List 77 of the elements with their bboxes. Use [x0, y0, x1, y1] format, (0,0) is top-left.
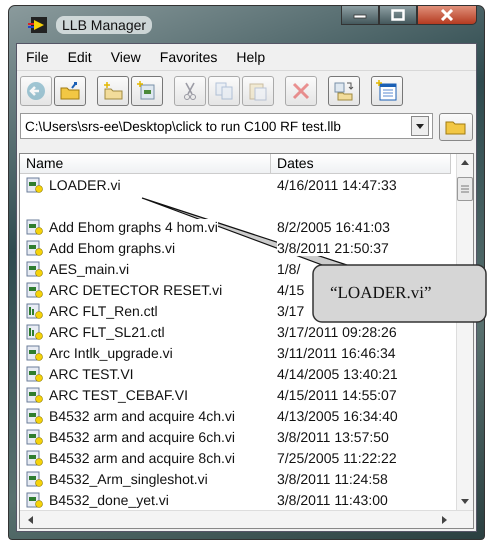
file-name[interactable]: Add Ehom graphs.vi: [49, 240, 176, 256]
file-date: 3/17: [277, 302, 304, 318]
vi-file-icon: [26, 240, 43, 256]
close-icon: [439, 9, 455, 21]
window-title: LLB Manager: [56, 16, 152, 34]
menu-item[interactable]: Edit: [68, 49, 92, 65]
menu-item[interactable]: Help: [236, 49, 266, 65]
tool-new-file-button[interactable]: [131, 76, 163, 106]
file-date: 3/11/2011 16:46:34: [277, 344, 396, 360]
control-file-icon: [26, 324, 43, 340]
file-name[interactable]: B4532_done_yet.vi: [49, 492, 169, 508]
callout-text: “LOADER.vi”: [330, 283, 432, 303]
file-name[interactable]: Add Ehom graphs 4 hom.vi: [49, 218, 218, 234]
menu-item[interactable]: Favorites: [160, 49, 218, 65]
file-date: 7/25/2005 11:22:22: [277, 450, 397, 466]
control-file-icon: [26, 302, 43, 318]
column-header[interactable]: Dates: [271, 154, 451, 174]
folder-icon: [445, 119, 467, 135]
menu-item[interactable]: View: [110, 49, 141, 65]
file-name[interactable]: B4532 arm and acquire 8ch.vi: [49, 450, 235, 466]
vi-file-icon: [26, 386, 43, 402]
vi-file-icon: [26, 176, 43, 192]
tool-properties-button[interactable]: [371, 76, 403, 106]
properties-icon: [375, 80, 399, 102]
scroll-left-arrow-icon: [28, 516, 33, 524]
grip-icon: [460, 185, 470, 193]
labview-icon: [28, 16, 50, 34]
file-name[interactable]: Arc Intlk_upgrade.vi: [49, 344, 173, 360]
file-date: 8/2/2005 16:41:03: [277, 218, 390, 234]
vi-file-icon: [26, 450, 43, 466]
file-name[interactable]: B4532_Arm_singleshot.vi: [49, 470, 208, 486]
tool-move-button[interactable]: [328, 76, 360, 106]
path-dropdown[interactable]: C:\Users\srs-ee\Desktop\click to run C100 RF test.llb: [20, 113, 433, 139]
column-header[interactable]: Name: [20, 154, 271, 174]
vi-file-icon: [26, 428, 43, 444]
vi-file-icon: [26, 344, 43, 360]
minimize-button[interactable]: [341, 5, 379, 25]
vi-file-icon: [26, 260, 43, 276]
file-date: 3/8/2011 11:24:58: [277, 470, 388, 486]
tool-new-folder-button[interactable]: [97, 76, 129, 106]
file-date: 4/15: [277, 282, 304, 298]
scroll-right-arrow-icon: [442, 516, 447, 524]
vi-file-icon: [26, 470, 43, 486]
file-date: 3/8/2011 13:57:50: [277, 428, 389, 444]
file-name[interactable]: B4532 arm and acquire 6ch.vi: [49, 428, 235, 444]
scroll-up-arrow-icon: [461, 160, 469, 165]
file-date: 3/8/2011 11:43:00: [277, 492, 388, 508]
file-date: 4/14/2005 13:40:21: [277, 366, 398, 382]
vi-file-icon: [26, 366, 43, 382]
file-date: 3/8/2011 21:50:37: [277, 240, 389, 256]
new-folder-icon: [101, 80, 125, 102]
file-name[interactable]: ARC FLT_Ren.ctl: [49, 302, 158, 318]
vi-file-icon: [26, 218, 43, 234]
scroll-down-arrow-icon: [461, 499, 469, 504]
file-date: 1/8/: [277, 260, 300, 276]
file-name[interactable]: B4532 arm and acquire 4ch.vi: [49, 408, 235, 424]
maximize-icon: [391, 9, 405, 21]
file-name[interactable]: LOADER.vi: [49, 176, 121, 192]
file-date: 4/13/2005 16:34:40: [277, 408, 398, 424]
file-date: 3/17/2011 09:28:26: [277, 324, 397, 340]
menu-item[interactable]: File: [26, 49, 49, 65]
browse-button[interactable]: [439, 113, 473, 141]
tool-open-button[interactable]: [54, 76, 86, 106]
folder-up-arrow-icon: [58, 80, 82, 102]
move-to-folder-icon: [332, 80, 356, 102]
vi-file-icon: [26, 282, 43, 298]
vi-file-icon: [26, 492, 43, 508]
close-button[interactable]: [417, 5, 477, 25]
file-name[interactable]: ARC DETECTOR RESET.vi: [49, 282, 222, 298]
horizontal-scrollbar[interactable]: [20, 510, 473, 528]
file-date: 4/16/2011 14:47:33: [277, 176, 397, 192]
maximize-button[interactable]: [379, 5, 417, 25]
file-name[interactable]: ARC FLT_SL21.ctl: [49, 324, 165, 340]
vi-file-icon: [26, 408, 43, 424]
file-date: 4/15/2011 14:55:07: [277, 386, 397, 402]
file-name[interactable]: AES_main.vi: [49, 260, 130, 276]
dropdown-arrow-icon: [416, 124, 424, 128]
